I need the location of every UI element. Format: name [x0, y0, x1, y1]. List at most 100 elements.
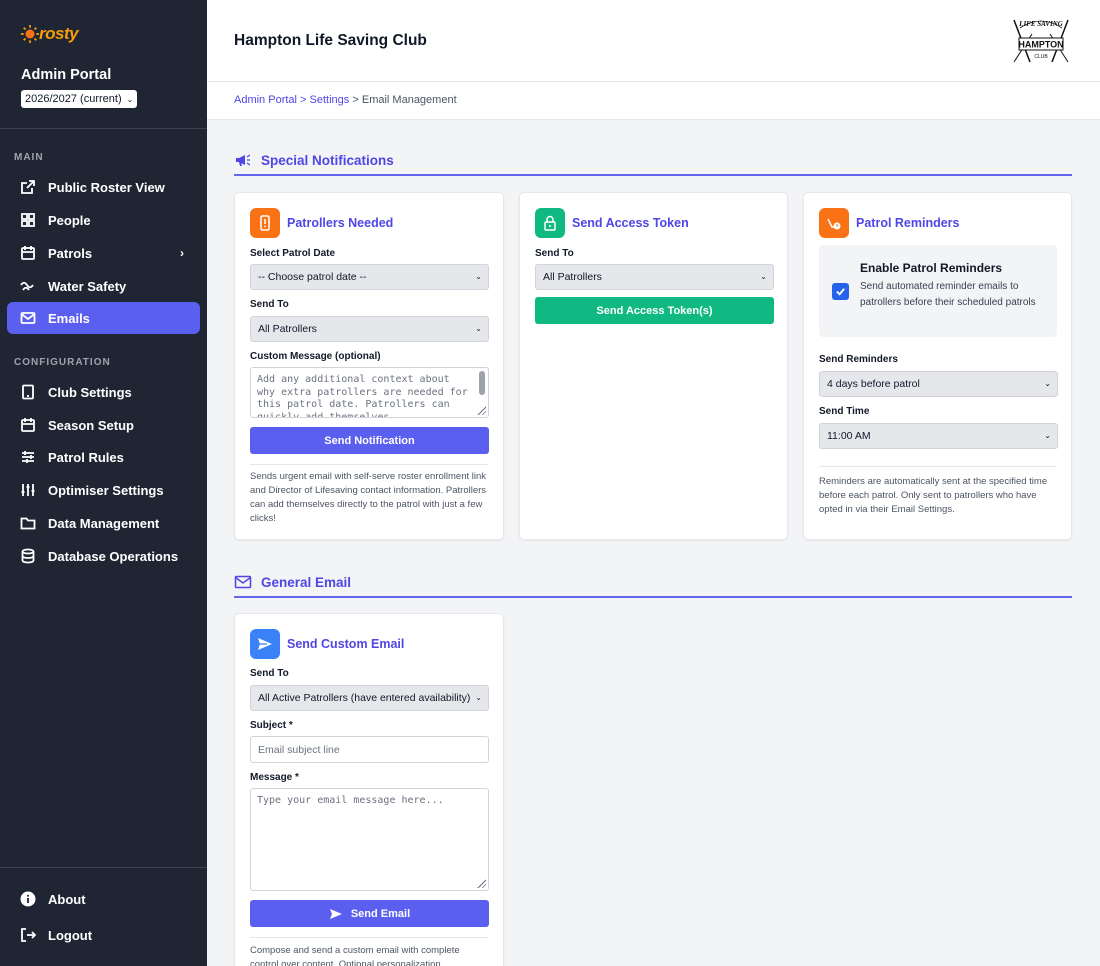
portal-title: Admin Portal [21, 67, 112, 83]
sidebar-item-optimiser-settings[interactable]: Optimiser Settings [7, 474, 200, 506]
textarea-scrollbar[interactable] [479, 371, 485, 395]
select-value: All Patrollers [258, 323, 317, 335]
breadcrumb-separator: > [300, 94, 307, 106]
subject-label: Subject * [250, 720, 293, 731]
brand-logo[interactable]: rosty [21, 24, 79, 44]
send-to-select[interactable]: All Patrollers ⌄ [535, 264, 774, 290]
external-link-icon [20, 179, 36, 195]
logo-top-text: LIFE SAVING [1018, 20, 1063, 28]
send-email-button[interactable]: Send Email [250, 900, 489, 927]
sidebar-item-about[interactable]: About [7, 883, 200, 915]
send-to-label: Send To [250, 299, 289, 310]
brand-wordmark: rosty [39, 24, 79, 43]
subject-input[interactable]: Email subject line [250, 736, 489, 763]
club-logo: LIFE SAVING HAMPTON CLUB [1013, 19, 1069, 63]
chevron-down-icon: ⌄ [1044, 379, 1051, 388]
section-title: Special Notifications [261, 152, 394, 168]
check-icon [836, 288, 845, 296]
sidebar-item-patrol-rules[interactable]: Patrol Rules [7, 441, 200, 473]
mail-icon [234, 575, 252, 589]
select-value: 4 days before patrol [827, 378, 920, 390]
send-access-token-button[interactable]: Send Access Token(s) [535, 297, 774, 324]
access-token-card: Send Access Token Send To All Patrollers… [519, 192, 788, 540]
sidebar-item-label: Optimiser Settings [48, 482, 164, 498]
input-placeholder: Email subject line [258, 743, 340, 756]
tablet-icon [20, 384, 36, 400]
resize-handle-icon[interactable] [476, 405, 486, 415]
card-header: Send Access Token [535, 208, 689, 238]
chevron-down-icon: ⌄ [1044, 431, 1051, 440]
sidebar-item-logout[interactable]: Logout [7, 919, 200, 951]
card-header: Patrol Reminders [819, 208, 960, 238]
calendar-icon [20, 417, 36, 433]
help-text: Sends urgent email with self-serve roste… [250, 471, 487, 524]
custom-message-textarea[interactable]: Add any additional context about why ext… [250, 367, 489, 418]
sidebar-item-database-operations[interactable]: Database Operations [7, 540, 200, 572]
button-label: Send Access Token(s) [596, 304, 713, 317]
breadcrumb-bar: Admin Portal > Settings > Email Manageme… [207, 82, 1100, 120]
card-header: Patrollers Needed [250, 208, 393, 238]
sidebar-item-public-roster[interactable]: Public Roster View [7, 171, 200, 203]
card-title: Patrollers Needed [287, 216, 394, 230]
select-value: All Patrollers [543, 271, 602, 283]
sidebar-item-label: Water Safety [48, 278, 127, 294]
database-icon [20, 548, 36, 564]
water-icon [20, 278, 36, 294]
breadcrumb-settings[interactable]: Settings [310, 94, 350, 106]
breadcrumb-current: Email Management [361, 94, 457, 106]
send-reminders-label: Send Reminders [819, 354, 898, 365]
chevron-down-icon: ⌄ [475, 324, 482, 333]
sidebar-item-label: People [48, 212, 91, 228]
help-text: Compose and send a custom email with com… [250, 945, 460, 966]
sidebar-divider [0, 128, 207, 129]
mail-icon [20, 310, 36, 326]
recipient-select[interactable]: All Active Patrollers (have entered avai… [250, 685, 489, 711]
sidebar-item-label: Club Settings [48, 384, 132, 400]
logo-bottom-text: CLUB [1034, 54, 1048, 60]
custom-email-card: Send Custom Email Send To All Active Pat… [234, 613, 504, 966]
sidebar-item-label: Emails [48, 310, 90, 326]
sidebar-item-label: Season Setup [48, 417, 134, 433]
sidebar-item-data-management[interactable]: Data Management [7, 507, 200, 539]
sidebar-item-club-settings[interactable]: Club Settings [7, 376, 200, 408]
send-reminders-select[interactable]: 4 days before patrol ⌄ [819, 371, 1058, 397]
send-time-select[interactable]: 11:00 AM ⌄ [819, 423, 1058, 449]
club-name: Hampton Life Saving Club [234, 32, 427, 49]
sidebar-item-water-safety[interactable]: Water Safety [7, 270, 200, 302]
button-label: Send Notification [324, 434, 415, 447]
message-textarea[interactable]: Type your email message here... [250, 788, 489, 891]
phone-alert-icon [250, 208, 280, 238]
main-section-label: MAIN [14, 152, 44, 163]
send-icon [329, 908, 342, 919]
card-divider [819, 466, 1057, 467]
resize-handle-icon[interactable] [476, 878, 486, 888]
special-notifications-heading: Special Notifications [234, 146, 1072, 176]
breadcrumb-separator: > [352, 94, 359, 106]
chevron-down-icon: ⌄ [473, 693, 482, 702]
breadcrumb-admin-portal[interactable]: Admin Portal [234, 94, 297, 106]
sidebar-item-patrols[interactable]: Patrols › [7, 237, 200, 269]
sidebar-item-label: Public Roster View [48, 179, 165, 195]
calendar-icon [20, 245, 36, 261]
card-title: Send Access Token [572, 216, 689, 230]
lock-icon [535, 208, 565, 238]
season-select[interactable]: 2026/2027 (current) ⌄ [21, 90, 138, 108]
card-title: Patrol Reminders [856, 216, 960, 230]
send-notification-button[interactable]: Send Notification [250, 427, 489, 454]
send-to-select[interactable]: All Patrollers ⌄ [250, 316, 489, 342]
sidebar-item-people[interactable]: People [7, 204, 200, 236]
sidebar-item-emails[interactable]: Emails [7, 302, 200, 334]
patrol-date-select[interactable]: -- Choose patrol date -- ⌄ [250, 264, 489, 290]
select-value: -- Choose patrol date -- [258, 271, 367, 283]
card-divider [250, 937, 488, 938]
info-icon [20, 891, 36, 907]
enable-reminders-checkbox[interactable] [832, 283, 849, 300]
chevron-down-icon: ⌄ [126, 94, 134, 104]
sidebar-item-season-setup[interactable]: Season Setup [7, 409, 200, 441]
general-email-heading: General Email [234, 568, 1072, 598]
logo-mid-text: HAMPTON [1018, 40, 1063, 50]
card-title: Send Custom Email [287, 637, 405, 651]
select-value: 11:00 AM [827, 430, 871, 442]
chevron-right-icon: › [180, 246, 184, 260]
select-value: All Active Patrollers (have entered avai… [258, 692, 471, 704]
